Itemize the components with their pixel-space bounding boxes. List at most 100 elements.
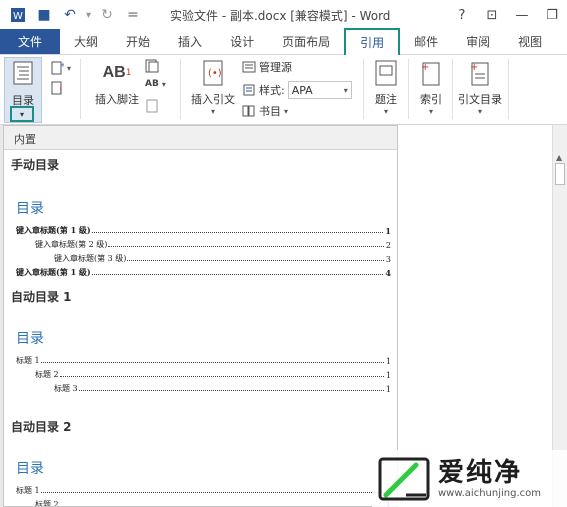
bibliography-button[interactable]: 书目 ▾ [242,103,288,119]
tab-file[interactable]: 文件 [0,29,61,54]
tab-home[interactable]: 开始 [112,29,164,54]
captions-icon [373,59,399,87]
toc-preview-line: 标题 11 [16,482,391,496]
gallery-item-title: 自动目录 2 [11,420,72,434]
tab-mailings[interactable]: 邮件 [400,29,452,54]
ribbon-tabs: 文件 大纲 开始 插入 设计 页面布局 引用 邮件 审阅 视图 [0,28,567,55]
tab-page-layout[interactable]: 页面布局 [268,29,344,54]
next-footnote-button[interactable]: AB ▾ [145,79,166,89]
toc-preview-line: 键入章标题(第 2 级) 2 [35,239,391,250]
add-text-dropdown-icon: ▾ [67,63,72,73]
gallery-item-title: 手动目录 [11,158,60,172]
toc-preview-heading: 目录 [16,331,44,347]
insert-citation-label: 插入引文 [191,93,235,106]
tab-outline[interactable]: 大纲 [60,29,112,54]
toc-preview-line: 键入章标题(第 3 级) 3 [54,253,391,264]
index-label: 索引 [420,93,442,106]
style-select-arrow-icon: ▾ [343,85,348,95]
toc-preview-heading: 目录 [16,461,44,477]
toc-gallery-dropdown: 内置 手动目录 目录 键入章标题(第 1 级) 1 键入章标题(第 2 级) 2 键… [3,125,398,507]
citation-icon: (•) [200,59,226,87]
tab-references[interactable]: 引用 [344,28,401,55]
gallery-item-manual-toc[interactable]: 手动目录 目录 键入章标题(第 1 级) 1 键入章标题(第 2 级) 2 键入章标… [4,156,397,284]
toc-dropdown-arrow[interactable]: ▾ [10,106,34,122]
captions-button[interactable]: 题注 ▾ [368,59,404,116]
toc-preview: 目录 键入章标题(第 1 级) 1 键入章标题(第 2 级) 2 键入章标题(第 3… [16,198,391,278]
ribbon-panel: 目录 ▾ + ▾ ! AB 1 插入脚注 AB ▾ (•) 插入引文 ▾ 管理源… [0,55,567,125]
undo-dropdown-icon[interactable]: ▾ [86,10,91,21]
ribbon-separator [408,59,409,119]
toc-button-content[interactable]: 目录 [6,59,40,108]
help-button[interactable]: ? [447,0,477,30]
manage-sources-icon [242,60,256,74]
ribbon-separator [363,59,364,119]
toc-preview-line: 键入章标题(第 1 级) 1 [16,225,391,236]
tab-design[interactable]: 设计 [216,29,268,54]
ribbon-separator [80,59,81,119]
add-text-icon: + [50,61,64,75]
gallery-item-title: 自动目录 1 [11,290,72,304]
toc-preview: 目录 标题 11 标题 21 [16,458,391,506]
site-watermark: 爱纯净 www.aichunjing.com [372,450,567,507]
toc-preview: 目录 标题 11 标题 21 标题 31 [16,328,391,394]
index-dropdown-icon: ▾ [428,107,433,116]
svg-text:W: W [13,11,23,22]
next-footnote-dropdown-icon: ▾ [161,79,166,89]
tab-view[interactable]: 视图 [504,29,548,54]
manage-sources-button[interactable]: 管理源 [242,59,292,75]
update-table-icon: ! [50,81,64,95]
ribbon-display-options-icon[interactable]: ⊡ [477,0,507,30]
insert-endnote-button[interactable] [145,59,159,73]
save-icon[interactable]: ■ [34,5,54,25]
scroll-up-icon[interactable]: ▲ [556,153,562,162]
gallery-item-auto-toc-2[interactable]: 自动目录 2 目录 标题 11 标题 21 [4,418,397,506]
index-icon: + [418,59,444,87]
title-bar: W ■ ↶ ▾ ↻ = 实验文件 - 副本.docx [兼容模式] - Word… [0,0,567,30]
scrollbar-thumb[interactable] [555,163,565,185]
table-of-authorities-button[interactable]: + 引文目录 ▾ [453,59,507,116]
bibliography-icon [242,104,256,118]
customize-qat-icon[interactable]: = [123,5,143,25]
gallery-section-header: 内置 [4,126,397,150]
style-label: 样式: [259,84,285,97]
word-logo-icon: W [8,5,28,25]
add-text-button[interactable]: + ▾ [50,61,71,75]
toc-preview-line: 标题 11 [16,355,391,366]
captions-label: 题注 [375,93,397,106]
insert-footnote-label: 插入脚注 [95,93,139,106]
toc-preview-line: 标题 31 [54,383,391,394]
toc-preview-heading: 目录 [16,201,44,217]
tab-insert[interactable]: 插入 [164,29,216,54]
index-button[interactable]: + 索引 ▾ [413,59,449,116]
redo-icon[interactable]: ↻ [97,5,117,25]
table-of-authorities-dropdown-icon: ▾ [477,107,482,116]
undo-icon[interactable]: ↶ [60,5,80,25]
restore-button[interactable]: ❐ [537,0,567,30]
ribbon-separator [180,59,181,119]
table-of-authorities-label: 引文目录 [458,93,502,106]
toc-preview-line: 标题 21 [35,369,391,380]
svg-text:(•): (•) [208,68,222,79]
svg-text:+: + [421,62,429,73]
style-select[interactable]: APA ▾ [287,81,352,99]
next-footnote-icon: AB [145,79,159,89]
window-title: 实验文件 - 副本.docx [兼容模式] - Word [170,9,391,23]
tab-review[interactable]: 审阅 [452,29,504,54]
window-controls: ? ⊡ — ❐ [447,0,567,30]
show-notes-icon [145,99,159,113]
insert-footnote-button[interactable]: AB 1 插入脚注 [88,59,146,107]
manage-sources-label: 管理源 [259,61,292,74]
svg-text:+: + [470,62,478,73]
watermark-logo-icon [378,457,430,500]
ribbon-separator [508,59,509,119]
show-notes-button[interactable] [145,99,159,113]
toc-icon [10,59,36,87]
svg-text:!: ! [59,86,62,95]
insert-citation-button[interactable]: (•) 插入引文 ▾ [186,59,240,116]
quick-access-toolbar: W ■ ↶ ▾ ↻ = [0,5,143,25]
style-select-value: APA [291,83,313,97]
gallery-item-auto-toc-1[interactable]: 自动目录 1 目录 标题 11 标题 21 标题 31 [4,288,397,413]
minimize-button[interactable]: — [507,0,537,30]
update-table-button[interactable]: ! [50,81,64,95]
table-of-authorities-icon: + [467,59,493,87]
